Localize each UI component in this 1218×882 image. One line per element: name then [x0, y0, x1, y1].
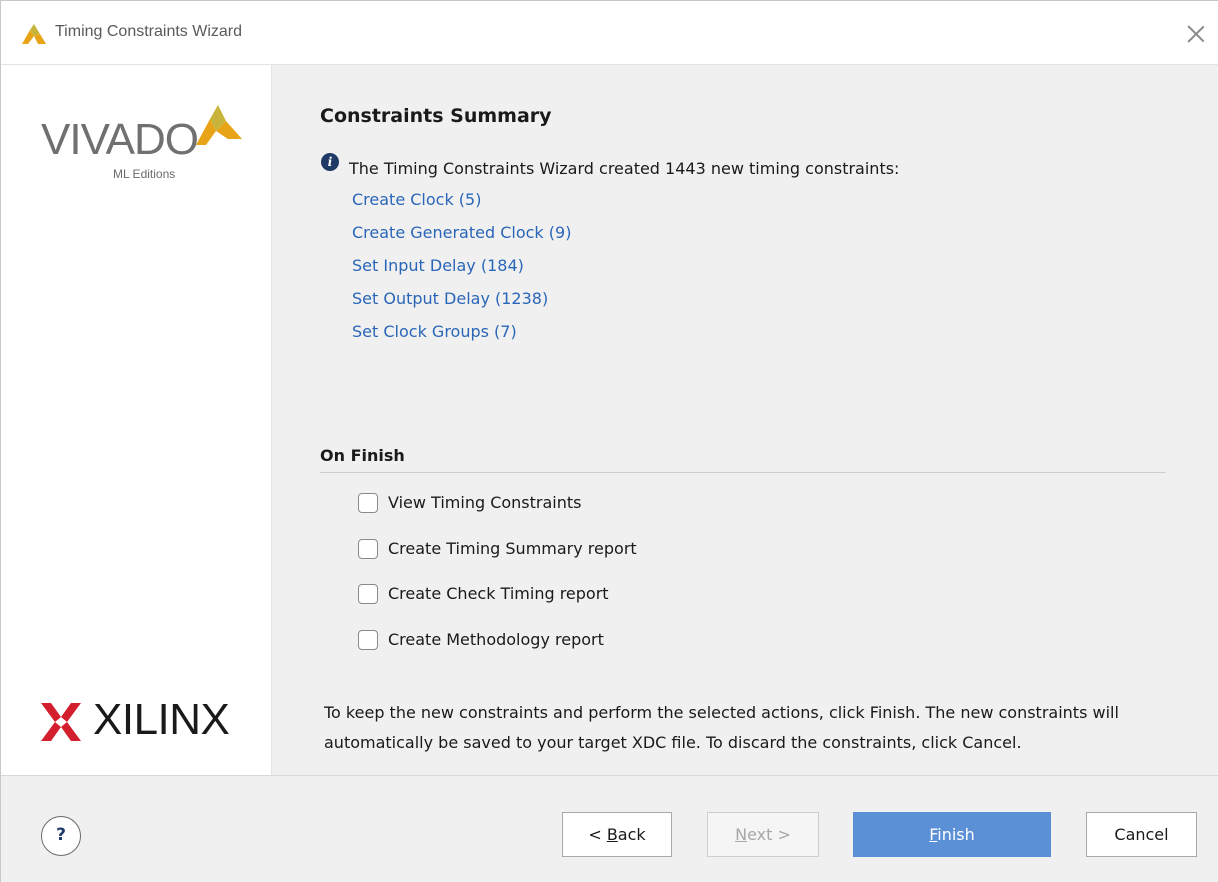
back-mnemonic: B	[606, 825, 618, 844]
finish-button[interactable]: Finish	[853, 812, 1051, 857]
link-set-input-delay[interactable]: Set Input Delay (184)	[352, 255, 571, 288]
constraint-links: Create Clock (5) Create Generated Clock …	[352, 189, 571, 354]
xilinx-wordmark: XILINX	[93, 695, 230, 744]
summary-title: Constraints Summary	[320, 105, 552, 127]
summary-info-text: The Timing Constraints Wizard created 14…	[349, 159, 900, 178]
option-label: View Timing Constraints	[388, 493, 582, 512]
wizard-window: Timing Constraints Wizard VIVADO ML Edit…	[0, 0, 1218, 882]
link-set-clock-groups[interactable]: Set Clock Groups (7)	[352, 321, 571, 354]
back-label-rest: ack	[617, 825, 646, 844]
help-button[interactable]: ?	[41, 816, 81, 856]
on-finish-options: View Timing Constraints Create Timing Su…	[358, 493, 637, 675]
wizard-content: Constraints Summary i The Timing Constra…	[272, 65, 1218, 775]
checkbox[interactable]	[358, 538, 378, 559]
xilinx-x-icon	[41, 703, 81, 741]
next-label-rest: ext >	[747, 825, 791, 844]
vivado-mark-icon	[196, 105, 242, 145]
finish-label-rest: inish	[937, 825, 975, 844]
back-prefix: <	[588, 825, 607, 844]
brand-panel: VIVADO ML Editions XILINX	[1, 65, 272, 775]
vivado-logo: VIVADO ML Editions	[41, 105, 251, 185]
link-create-generated-clock[interactable]: Create Generated Clock (9)	[352, 222, 571, 255]
info-icon: i	[321, 153, 339, 171]
title-bar: Timing Constraints Wizard	[1, 1, 1218, 65]
finish-instructions: To keep the new constraints and perform …	[324, 703, 1119, 752]
cancel-button[interactable]: Cancel	[1086, 812, 1197, 857]
option-timing-summary-report[interactable]: Create Timing Summary report	[358, 538, 637, 585]
button-bar: ? < Back Next > Finish Cancel	[1, 775, 1218, 882]
option-label: Create Timing Summary report	[388, 538, 637, 558]
checkbox[interactable]	[358, 629, 378, 650]
next-mnemonic: N	[735, 825, 748, 844]
link-create-clock[interactable]: Create Clock (5)	[352, 189, 571, 222]
back-button[interactable]: < Back	[562, 812, 672, 857]
link-set-output-delay[interactable]: Set Output Delay (1238)	[352, 288, 571, 321]
option-label: Create Methodology report	[388, 629, 604, 649]
option-methodology-report[interactable]: Create Methodology report	[358, 629, 637, 676]
section-divider	[320, 472, 1166, 473]
on-finish-title: On Finish	[320, 446, 405, 465]
option-view-timing-constraints[interactable]: View Timing Constraints	[358, 493, 637, 539]
next-button: Next >	[707, 812, 819, 857]
checkbox[interactable]	[358, 493, 378, 513]
close-icon[interactable]	[1185, 23, 1207, 45]
edition-label: ML Editions	[113, 167, 176, 181]
window-title: Timing Constraints Wizard	[55, 23, 243, 40]
option-label: Create Check Timing report	[388, 584, 609, 603]
checkbox[interactable]	[358, 584, 378, 604]
vivado-wordmark: VIVADO	[41, 115, 199, 164]
option-check-timing-report[interactable]: Create Check Timing report	[358, 584, 637, 630]
vivado-app-icon	[22, 24, 46, 44]
xilinx-logo: XILINX	[41, 691, 251, 751]
